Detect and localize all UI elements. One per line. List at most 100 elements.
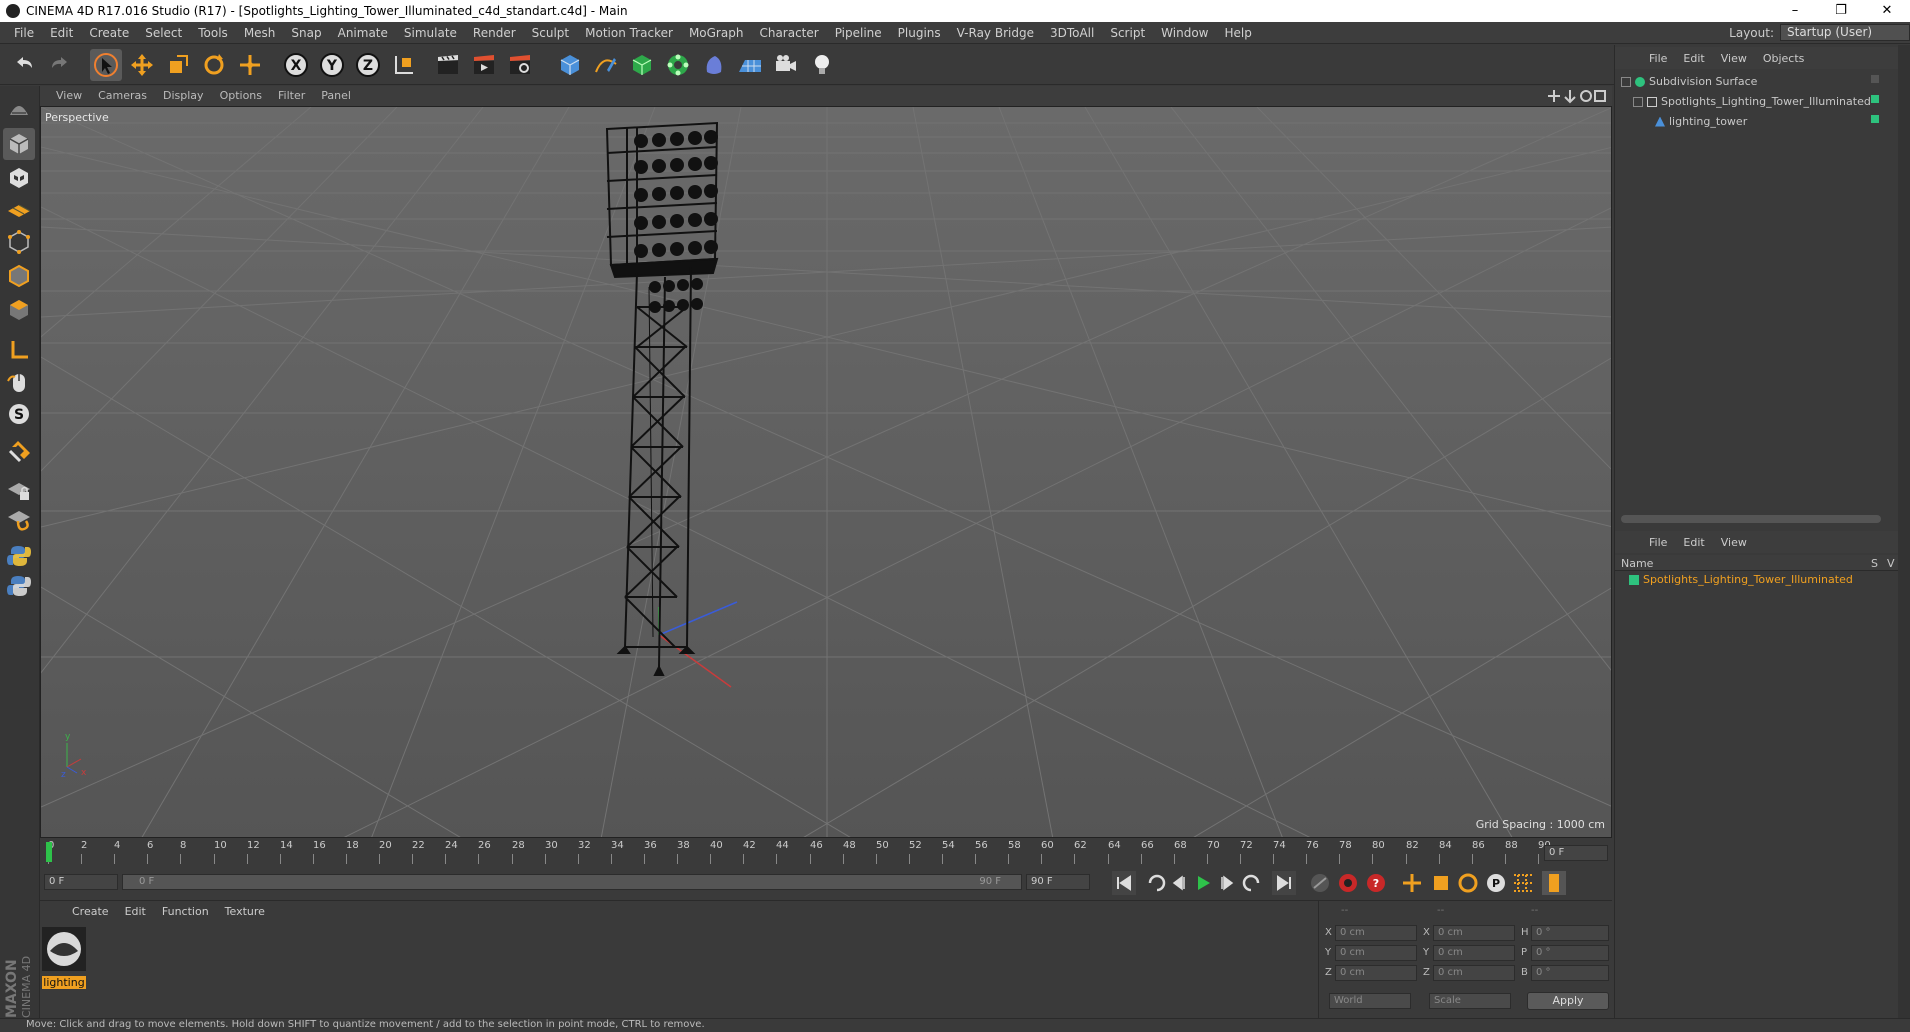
pos-y-field[interactable]: 0 cm bbox=[1335, 945, 1417, 961]
menu-sculpt[interactable]: Sculpt bbox=[524, 26, 577, 40]
goto-start-icon[interactable] bbox=[1112, 871, 1136, 895]
timeline-ruler[interactable]: 0246810121416182022242628303234363840424… bbox=[40, 840, 1612, 866]
coordinate-system-button[interactable] bbox=[388, 49, 420, 81]
goto-end-icon[interactable] bbox=[1272, 871, 1296, 895]
menu-select[interactable]: Select bbox=[137, 26, 190, 40]
add-floor-button[interactable] bbox=[734, 49, 766, 81]
layer-row[interactable]: Spotlights_Lighting_Tower_Illuminated bbox=[1629, 573, 1853, 586]
make-editable-button[interactable] bbox=[3, 92, 35, 124]
menu-mesh[interactable]: Mesh bbox=[236, 26, 284, 40]
menu-window[interactable]: Window bbox=[1153, 26, 1216, 40]
add-cube-button[interactable] bbox=[554, 49, 586, 81]
pos-x-field[interactable]: 0 cm bbox=[1335, 925, 1417, 941]
current-frame-field[interactable]: 0 F bbox=[1544, 845, 1608, 861]
polygons-mode-button[interactable] bbox=[3, 294, 35, 326]
render-view-button[interactable] bbox=[432, 49, 464, 81]
viewport-nav-icons[interactable] bbox=[1546, 88, 1606, 104]
prev-key-icon[interactable] bbox=[1148, 874, 1166, 892]
workplane-snap-button[interactable] bbox=[3, 504, 35, 536]
add-cloner-button[interactable] bbox=[662, 49, 694, 81]
points-mode-button[interactable] bbox=[3, 226, 35, 258]
collapse-toggle-icon[interactable] bbox=[1621, 76, 1631, 87]
frame-range-slider[interactable]: 0 F 90 F bbox=[122, 874, 1022, 890]
menu-3dtoall[interactable]: 3DToAll bbox=[1042, 26, 1102, 40]
add-spline-button[interactable] bbox=[590, 49, 622, 81]
workplane-mode-button[interactable] bbox=[3, 192, 35, 224]
menu-render[interactable]: Render bbox=[465, 26, 524, 40]
undo-button[interactable] bbox=[8, 49, 40, 81]
next-key-icon[interactable] bbox=[1242, 874, 1260, 892]
layer-tag-icon[interactable] bbox=[1871, 115, 1879, 123]
menu-character[interactable]: Character bbox=[751, 26, 826, 40]
autokey-icon[interactable]: ? bbox=[1367, 874, 1385, 892]
coordinate-space-select[interactable]: World bbox=[1329, 993, 1411, 1009]
add-subdivision-button[interactable] bbox=[626, 49, 658, 81]
layout-select[interactable]: Startup (User) bbox=[1780, 24, 1910, 41]
end-frame-field[interactable]: 90 F bbox=[1026, 874, 1090, 890]
record-icon[interactable] bbox=[1339, 874, 1357, 892]
snap-button[interactable]: S bbox=[3, 398, 35, 430]
timeline-window-icon[interactable] bbox=[1542, 871, 1566, 895]
x-axis-lock-button[interactable]: X bbox=[280, 49, 312, 81]
menu-vray-bridge[interactable]: V-Ray Bridge bbox=[949, 26, 1042, 40]
scale-tool-button[interactable] bbox=[162, 49, 194, 81]
key-parameter-icon[interactable]: P bbox=[1487, 874, 1505, 892]
add-deformer-button[interactable] bbox=[698, 49, 730, 81]
y-axis-lock-button[interactable]: Y bbox=[316, 49, 348, 81]
key-rotation-icon[interactable] bbox=[1458, 873, 1478, 893]
material-menu-create[interactable]: Create bbox=[64, 905, 117, 918]
key-scale-icon[interactable] bbox=[1434, 876, 1448, 890]
menu-plugins[interactable]: Plugins bbox=[890, 26, 949, 40]
rot-p-field[interactable]: 0 ° bbox=[1531, 945, 1609, 961]
python-script-button-1[interactable] bbox=[3, 540, 35, 572]
rot-b-field[interactable]: 0 ° bbox=[1531, 965, 1609, 981]
tree-item-spotlights-tower[interactable]: Spotlights_Lighting_Tower_Illuminated bbox=[1633, 95, 1871, 108]
play-icon[interactable] bbox=[1198, 876, 1210, 890]
layer-tag-icon[interactable] bbox=[1871, 95, 1879, 103]
size-mode-select[interactable]: Scale bbox=[1429, 993, 1511, 1009]
add-light-button[interactable] bbox=[806, 49, 838, 81]
z-axis-lock-button[interactable]: Z bbox=[352, 49, 384, 81]
minimize-button[interactable]: – bbox=[1772, 0, 1818, 22]
menu-simulate[interactable]: Simulate bbox=[396, 26, 465, 40]
apply-button[interactable]: Apply bbox=[1527, 992, 1609, 1010]
model-mode-button[interactable] bbox=[3, 128, 35, 160]
menu-create[interactable]: Create bbox=[81, 26, 137, 40]
object-manager-scrollbar[interactable] bbox=[1621, 515, 1881, 523]
tree-item-lighting-tower[interactable]: lighting_tower bbox=[1655, 115, 1747, 128]
edges-mode-button[interactable] bbox=[3, 260, 35, 292]
material-menu-edit[interactable]: Edit bbox=[117, 905, 154, 918]
menu-pipeline[interactable]: Pipeline bbox=[827, 26, 890, 40]
texture-mode-button[interactable] bbox=[3, 162, 35, 194]
om-menu-objects[interactable]: Objects bbox=[1755, 52, 1813, 65]
menu-snap[interactable]: Snap bbox=[283, 26, 329, 40]
viewport-menu-panel[interactable]: Panel bbox=[313, 89, 359, 102]
key-pla-icon[interactable] bbox=[1514, 874, 1532, 892]
am-menu-view[interactable]: View bbox=[1713, 536, 1755, 549]
add-camera-button[interactable] bbox=[770, 49, 802, 81]
tweak-mode-button[interactable] bbox=[3, 366, 35, 398]
visibility-dot-icon[interactable] bbox=[1871, 75, 1879, 83]
am-menu-edit[interactable]: Edit bbox=[1675, 536, 1712, 549]
menu-help[interactable]: Help bbox=[1216, 26, 1259, 40]
prev-frame-icon[interactable] bbox=[1172, 875, 1185, 891]
om-menu-edit[interactable]: Edit bbox=[1675, 52, 1712, 65]
viewport-menu-display[interactable]: Display bbox=[155, 89, 212, 102]
python-script-button-2[interactable] bbox=[3, 570, 35, 602]
magnet-button[interactable] bbox=[3, 436, 35, 468]
start-frame-field[interactable]: 0 F bbox=[44, 874, 118, 890]
side-tab-strip[interactable] bbox=[1898, 45, 1910, 1018]
render-settings-button[interactable] bbox=[504, 49, 536, 81]
next-frame-icon[interactable] bbox=[1221, 875, 1234, 891]
rotate-tool-button[interactable] bbox=[198, 49, 230, 81]
move-tool-button[interactable] bbox=[126, 49, 158, 81]
menu-script[interactable]: Script bbox=[1102, 26, 1153, 40]
close-button[interactable]: ✕ bbox=[1864, 0, 1910, 22]
viewport-menu-cameras[interactable]: Cameras bbox=[90, 89, 155, 102]
lock-workplane-button[interactable] bbox=[3, 474, 35, 506]
menu-motion-tracker[interactable]: Motion Tracker bbox=[577, 26, 681, 40]
key-position-icon[interactable] bbox=[1403, 874, 1421, 892]
collapse-toggle-icon[interactable] bbox=[1633, 96, 1643, 107]
redo-button[interactable] bbox=[44, 49, 76, 81]
viewport-menu-options[interactable]: Options bbox=[212, 89, 270, 102]
